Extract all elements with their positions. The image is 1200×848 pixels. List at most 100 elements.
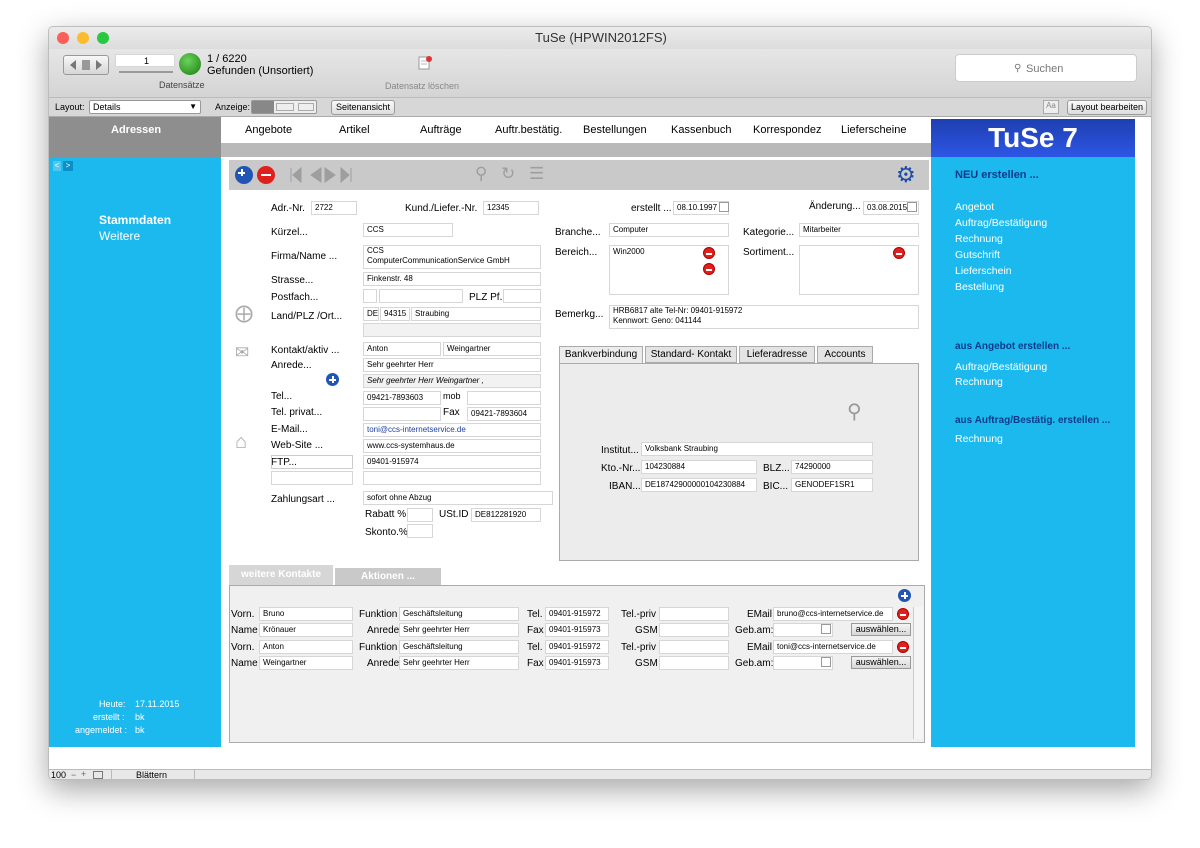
institut-field[interactable]: Volksbank Straubing <box>641 442 873 456</box>
contact-name-field[interactable]: Weingartner <box>259 656 353 670</box>
nav-bestellungen[interactable]: Bestellungen <box>583 124 647 136</box>
compass-icon[interactable]: ⨁ <box>235 303 253 324</box>
tab-lieferadresse[interactable]: Lieferadresse <box>739 346 815 363</box>
kategorie-select[interactable]: Mitarbeiter <box>799 223 919 237</box>
zoom-in-icon[interactable]: + <box>81 769 86 779</box>
nachname-field[interactable]: Weingartner <box>443 342 541 356</box>
neu-bestellung-link[interactable]: Bestellung <box>955 281 1004 293</box>
nav-forward-icon[interactable]: > <box>63 161 73 171</box>
remove-contact-button[interactable] <box>897 608 909 620</box>
contact-telpriv-field[interactable] <box>659 607 729 621</box>
list-view-icon[interactable] <box>276 103 294 111</box>
status-toggle-icon[interactable] <box>93 771 103 779</box>
neu-angebot-link[interactable]: Angebot <box>955 201 994 213</box>
mob-field[interactable] <box>467 391 541 405</box>
list-icon[interactable]: ☰ <box>529 164 544 184</box>
contact-tel-field[interactable]: 09401-915972 <box>545 607 609 621</box>
font-size-icon[interactable]: Aa <box>1043 100 1059 114</box>
calendar-icon[interactable] <box>907 202 917 212</box>
adrnr-field[interactable]: 2722 <box>311 201 357 215</box>
nav-auftr-bestaetig[interactable]: Auftr.bestätig. <box>495 124 562 136</box>
strasse-field[interactable]: Finkenstr. 48 <box>363 272 541 286</box>
calendar-icon[interactable] <box>821 657 831 667</box>
add-anrede-button[interactable] <box>326 373 339 386</box>
refresh-icon[interactable]: ↻ <box>501 164 515 184</box>
ustid-field[interactable]: DE812281920 <box>471 508 541 522</box>
contact-email-field[interactable]: toni@ccs-internetservice.de <box>773 640 893 654</box>
tab-aktionen[interactable]: Aktionen ... <box>335 568 441 585</box>
contact-telpriv-field[interactable] <box>659 640 729 654</box>
contact-tel-field[interactable]: 09401-915972 <box>545 640 609 654</box>
rabatt-field[interactable] <box>407 508 433 522</box>
contact-fax-field[interactable]: 09401-915973 <box>545 623 609 637</box>
postfach-checkbox[interactable] <box>363 289 377 303</box>
contact-vorname-field[interactable]: Anton <box>259 640 353 654</box>
record-slider[interactable] <box>119 71 173 73</box>
ort-field[interactable]: Straubing <box>411 307 541 321</box>
web-field[interactable]: www.ccs-systemhaus.de <box>363 439 541 453</box>
contact-funktion-field[interactable]: Geschäftsleitung <box>399 607 519 621</box>
fax-field[interactable]: 09421-7893604 <box>467 407 541 421</box>
layout-select[interactable]: Details ▼ <box>89 100 201 114</box>
contact-select-button[interactable]: auswählen... <box>851 623 911 636</box>
kto-field[interactable]: 104230884 <box>641 460 757 474</box>
plz-field[interactable]: 94315 <box>380 307 410 321</box>
nav-active-tab[interactable]: Adressen <box>49 117 221 157</box>
nav-angebote[interactable]: Angebote <box>245 124 292 136</box>
aus-angebot-auftrag-link[interactable]: Auftrag/Bestätigung <box>955 361 1047 373</box>
tab-bankverbindung[interactable]: Bankverbindung <box>559 346 643 363</box>
add-contact-button[interactable] <box>898 589 911 602</box>
contact-fax-field[interactable]: 09401-915973 <box>545 656 609 670</box>
edit-layout-button[interactable]: Layout bearbeiten <box>1067 100 1147 115</box>
view-mode-switch[interactable] <box>251 100 317 114</box>
zoom-window-button[interactable] <box>97 32 109 44</box>
neu-lieferschein-link[interactable]: Lieferschein <box>955 265 1012 277</box>
tel-field[interactable]: 09421-7893603 <box>363 391 441 405</box>
contact-select-button[interactable]: auswählen... <box>851 656 911 669</box>
neu-auftrag-link[interactable]: Auftrag/Bestätigung <box>955 217 1047 229</box>
search-box[interactable]: ⚲ Suchen <box>955 54 1137 82</box>
aus-angebot-rechnung-link[interactable]: Rechnung <box>955 376 1003 388</box>
firma-field[interactable]: CCS ComputerCommunicationService GmbH <box>363 245 541 269</box>
blz-field[interactable]: 74290000 <box>791 460 873 474</box>
ftp-select-2[interactable] <box>271 471 353 485</box>
tab-standard-kontakt[interactable]: Standard- Kontakt <box>645 346 737 363</box>
bemerk-field[interactable]: HRB6817 alte Tel-Nr: 09401-915972 Kennwor… <box>609 305 919 329</box>
branche-select[interactable]: Computer <box>609 223 729 237</box>
zahlung-select[interactable]: sofort ohne Abzug <box>363 491 553 505</box>
delete-record-icon-button[interactable] <box>257 166 275 184</box>
calendar-icon[interactable] <box>821 624 831 634</box>
tab-accounts[interactable]: Accounts <box>817 346 873 363</box>
bic-field[interactable]: GENODEF1SR1 <box>791 478 873 492</box>
record-number-input[interactable]: 1 <box>115 54 175 67</box>
table-view-icon[interactable] <box>298 103 314 111</box>
tab-weitere-kontakte[interactable]: weitere Kontakte <box>229 565 333 585</box>
anrede-full-field[interactable]: Sehr geehrter Herr Weingartner , <box>363 374 541 388</box>
postfach-field[interactable] <box>379 289 463 303</box>
zoom-out-icon[interactable]: − <box>71 770 76 779</box>
anrede-field[interactable]: Sehr geehrter Herr <box>363 358 541 372</box>
close-window-button[interactable] <box>57 32 69 44</box>
calendar-icon[interactable] <box>719 202 729 212</box>
weitere-link[interactable]: Weitere <box>99 229 140 243</box>
ftp-select[interactable] <box>271 455 353 469</box>
telpriv-field[interactable] <box>363 407 441 421</box>
kuerzel-field[interactable]: CCS <box>363 223 453 237</box>
contacts-scrollbar[interactable] <box>913 607 923 739</box>
delete-record-button[interactable] <box>417 55 433 71</box>
kundnr-field[interactable]: 12345 <box>483 201 539 215</box>
ftp-extra-field[interactable] <box>363 471 541 485</box>
skonto-field[interactable] <box>407 524 433 538</box>
remove-bereich-button[interactable] <box>703 247 715 259</box>
contact-email-field[interactable]: bruno@ccs-internetservice.de <box>773 607 893 621</box>
record-navigator[interactable] <box>63 55 109 75</box>
neu-gutschrift-link[interactable]: Gutschrift <box>955 249 1000 261</box>
settings-gear-icon[interactable]: ⚙ <box>896 162 916 188</box>
ort-extra-field[interactable] <box>363 323 541 337</box>
contact-gsm-field[interactable] <box>659 656 729 670</box>
record-nav-arrows-icon[interactable] <box>289 166 379 184</box>
ftp-field[interactable]: 09401-915974 <box>363 455 541 469</box>
mail-icon[interactable]: ✉ <box>235 343 249 363</box>
home-icon[interactable]: ⌂ <box>235 431 247 454</box>
plzpf-field[interactable] <box>503 289 541 303</box>
